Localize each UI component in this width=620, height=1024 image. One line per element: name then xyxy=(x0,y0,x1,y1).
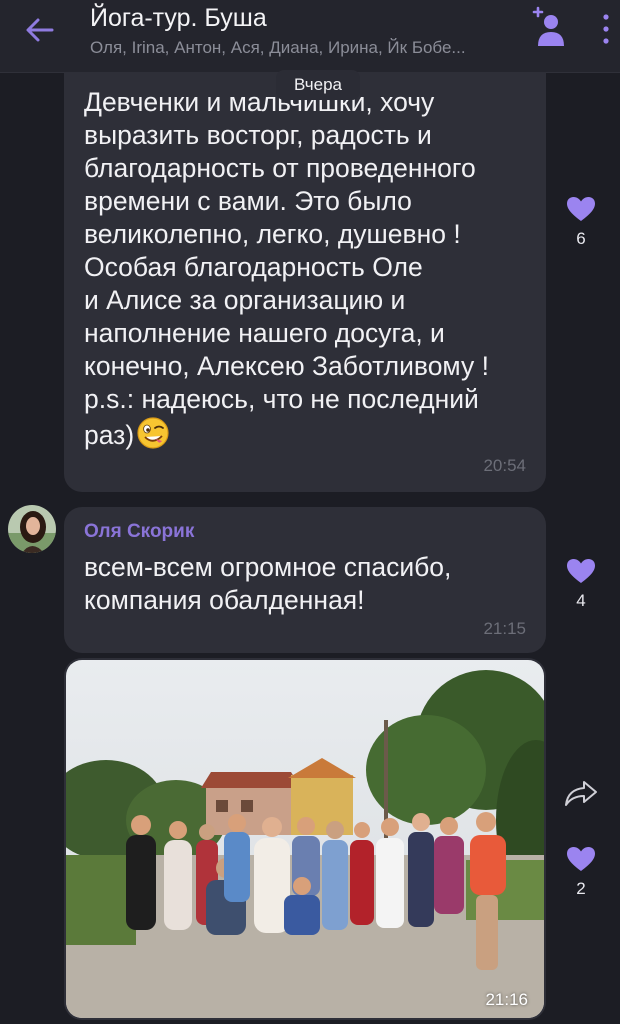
avatar[interactable] xyxy=(8,505,56,553)
like-count: 6 xyxy=(576,229,586,248)
like-button[interactable]: 4 xyxy=(561,558,601,611)
message-bubble[interactable]: Девченки и мальчишки, хочу выразить вост… xyxy=(64,72,546,492)
message-text: Девченки и мальчишки, хочу выразить вост… xyxy=(84,87,489,450)
group-photo-image xyxy=(66,660,544,1018)
arrow-left-icon[interactable] xyxy=(22,12,58,48)
message-text: всем-всем огромное спасибо, компания оба… xyxy=(84,552,452,615)
share-icon[interactable] xyxy=(564,778,598,808)
like-count: 2 xyxy=(576,879,586,898)
group-photo[interactable] xyxy=(66,660,544,1018)
heart-icon xyxy=(567,197,595,221)
message-time: 21:15 xyxy=(483,619,526,638)
like-button[interactable]: 2 xyxy=(561,846,601,899)
heart-icon xyxy=(567,847,595,871)
date-divider: Вчера xyxy=(276,70,360,100)
like-count: 4 xyxy=(576,591,586,610)
sender-name[interactable]: Оля Скорик xyxy=(84,521,194,543)
more-vertical-icon[interactable] xyxy=(596,12,616,46)
chat-members[interactable]: Оля, Irina, Антон, Ася, Диана, Ирина, Йк… xyxy=(90,38,510,58)
message-bubble[interactable]: Оля Скорик всем-всем огромное спасибо, к… xyxy=(64,507,546,653)
photo-message[interactable]: 21:16 xyxy=(64,658,546,1020)
chat-title[interactable]: Йога-тур. Буша xyxy=(90,4,267,33)
chat-header: Йога-тур. Буша Оля, Irina, Антон, Ася, Д… xyxy=(0,0,620,73)
like-button[interactable]: 6 xyxy=(561,196,601,249)
message-time: 21:16 xyxy=(485,990,528,1009)
avatar-image xyxy=(8,505,56,553)
message-time: 20:54 xyxy=(483,456,526,475)
winking-face-emoji xyxy=(137,417,169,449)
heart-icon xyxy=(567,559,595,583)
add-member-icon[interactable] xyxy=(528,6,568,48)
